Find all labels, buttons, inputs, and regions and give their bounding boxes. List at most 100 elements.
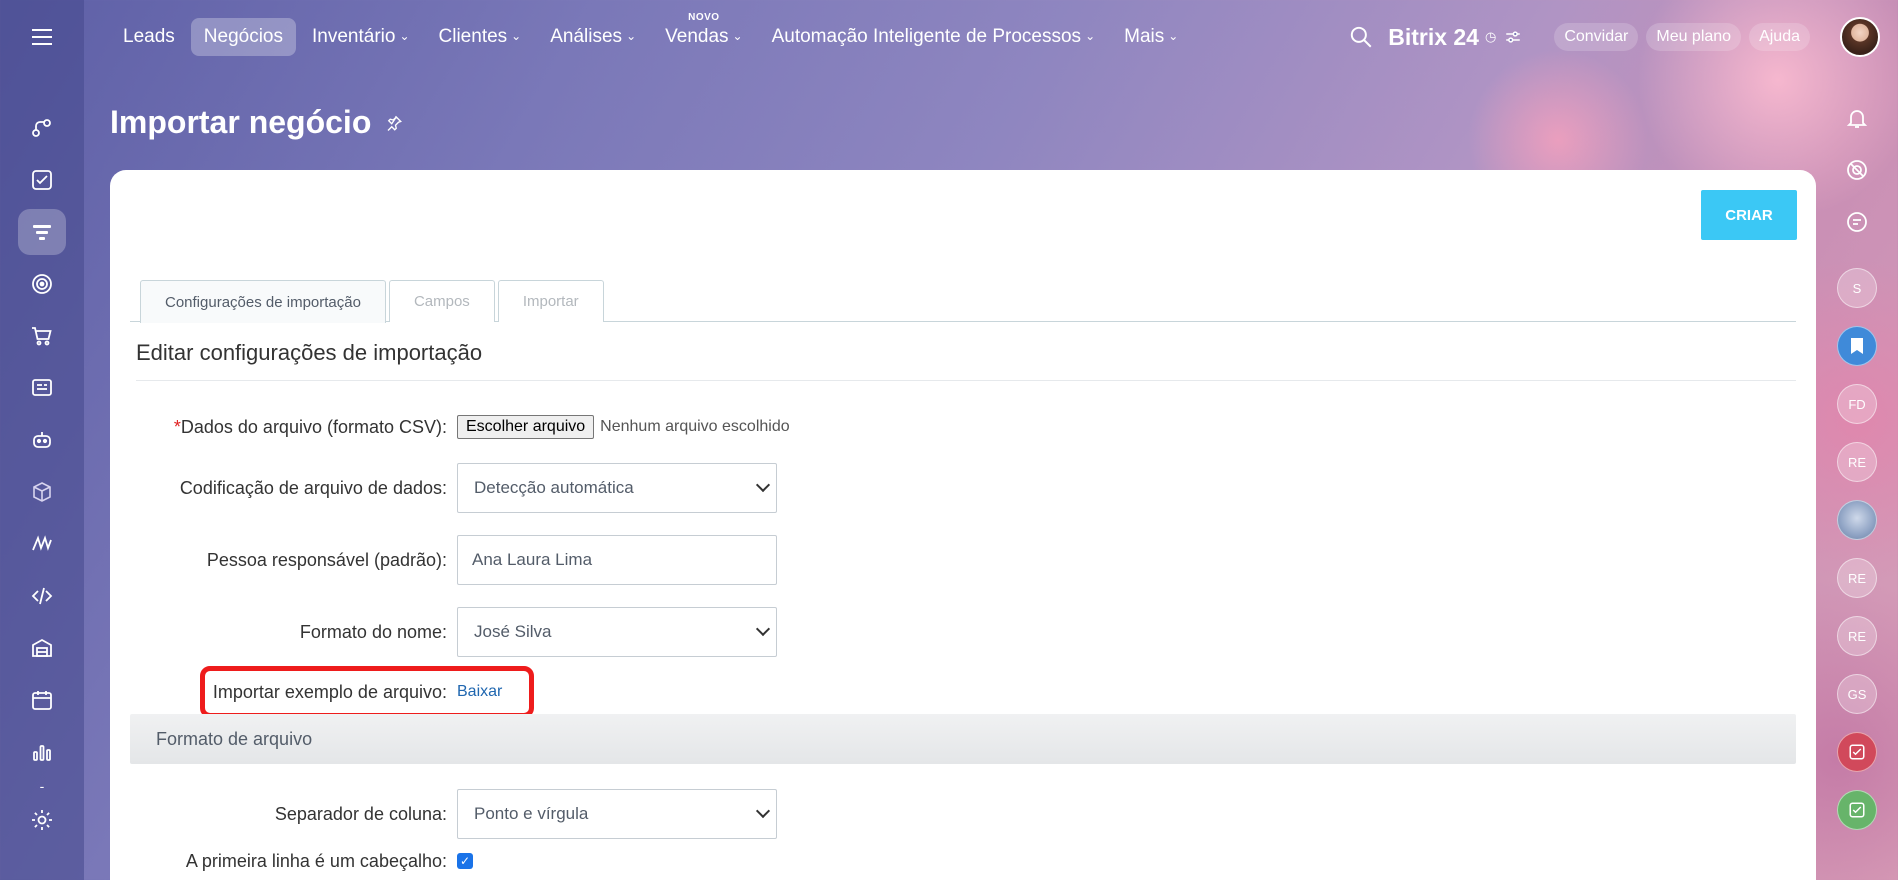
sidebar-separator: - xyxy=(39,778,45,794)
chevron-down-icon xyxy=(755,621,771,637)
brand-name: Bitrix xyxy=(1388,23,1447,50)
file-status: Nenhum arquivo escolhido xyxy=(600,418,790,435)
nav-label: Inventário xyxy=(312,26,396,47)
new-badge: NOVO xyxy=(688,12,720,23)
nav-label: Negócios xyxy=(203,26,283,47)
pin-icon[interactable] xyxy=(385,114,403,132)
file-row: *Dados do arquivo (formato CSV): Escolhe… xyxy=(110,401,1010,453)
chevron-down-icon xyxy=(755,477,771,493)
tab-fields[interactable]: Campos xyxy=(388,280,495,322)
separator-label: Separador de coluna: xyxy=(274,803,447,824)
left-sidebar: - xyxy=(0,0,84,880)
nav-inventario[interactable]: Inventário ⌄ xyxy=(299,18,423,56)
sliders-icon[interactable] xyxy=(1504,28,1522,46)
code-icon[interactable] xyxy=(18,573,66,619)
cat-avatar[interactable] xyxy=(1837,500,1877,540)
highlight-box xyxy=(200,666,534,718)
contact-avatar[interactable]: RE xyxy=(1837,442,1877,482)
brand-suffix: 24 xyxy=(1453,23,1479,50)
responsible-row: Pessoa responsável (padrão): Ana Laura L… xyxy=(110,534,1010,586)
help-button[interactable]: Ajuda xyxy=(1749,23,1810,51)
nav-leads[interactable]: Leads xyxy=(110,18,188,56)
nav-label: Leads xyxy=(123,26,175,47)
nav-automacao[interactable]: Automação Inteligente de Processos ⌄ xyxy=(759,18,1109,56)
header-row-checkbox[interactable]: ✓ xyxy=(457,853,473,869)
chat-icon[interactable] xyxy=(1839,204,1875,240)
required-marker: * xyxy=(173,416,181,437)
separator-select[interactable]: Ponto e vírgula xyxy=(457,789,777,839)
chevron-down-icon: ⌄ xyxy=(1168,29,1179,43)
tasks-icon[interactable] xyxy=(18,157,66,203)
contact-avatar[interactable]: GS xyxy=(1837,674,1877,714)
check-icon[interactable] xyxy=(1837,790,1877,830)
sign-icon[interactable] xyxy=(18,521,66,567)
nav-label: Vendas xyxy=(665,26,729,47)
task-icon[interactable] xyxy=(1837,732,1877,772)
bell-icon[interactable] xyxy=(1839,100,1875,136)
responsible-label: Pessoa responsável (padrão): xyxy=(206,549,447,570)
section-divider xyxy=(136,380,1796,381)
encoding-label: Codificação de arquivo de dados: xyxy=(179,477,447,498)
brand-logo[interactable]: Bitrix 24 xyxy=(1388,24,1479,51)
encoding-row: Codificação de arquivo de dados: Detecçã… xyxy=(110,462,1010,514)
nav-mais[interactable]: Mais ⌄ xyxy=(1111,18,1191,56)
target-icon[interactable] xyxy=(18,261,66,307)
separator-row: Separador de coluna: Ponto e vírgula xyxy=(110,788,1010,840)
search-icon[interactable] xyxy=(1348,24,1374,50)
encoding-value: Detecção automática xyxy=(474,478,634,497)
bookmark-icon[interactable] xyxy=(1837,326,1877,366)
my-plan-button[interactable]: Meu plano xyxy=(1646,23,1742,51)
top-right-area: Bitrix 24 ◷ Convidar Meu plano Ajuda xyxy=(1348,17,1880,57)
create-button[interactable]: CRIAR xyxy=(1701,190,1797,240)
header-row-label: A primeira linha é um cabeçalho: xyxy=(185,850,447,871)
nav-negocios[interactable]: Negócios xyxy=(190,18,296,56)
warehouse-icon[interactable] xyxy=(18,625,66,671)
import-tabs: Configurações de importação Campos Impor… xyxy=(130,280,1796,323)
analytics-icon[interactable] xyxy=(18,729,66,775)
settings-gear-icon[interactable] xyxy=(18,797,66,843)
chevron-down-icon xyxy=(755,803,771,819)
nav-label: Automação Inteligente de Processos xyxy=(771,26,1082,47)
shop-cart-icon[interactable] xyxy=(18,313,66,359)
nav-vendas[interactable]: NOVO Vendas ⌄ xyxy=(652,12,755,56)
invite-button[interactable]: Convidar xyxy=(1554,23,1639,51)
nav-label: Clientes xyxy=(438,26,508,47)
clock-icon: ◷ xyxy=(1484,29,1497,44)
choose-file-button[interactable]: Escolher arquivo xyxy=(457,415,595,439)
nav-label: Análises xyxy=(550,26,623,47)
chevron-down-icon: ⌄ xyxy=(626,29,637,43)
box-icon[interactable] xyxy=(18,469,66,515)
contact-avatar[interactable]: FD xyxy=(1837,384,1877,424)
right-rail: S FD RE RE RE GS xyxy=(1816,74,1898,880)
nav-analises[interactable]: Análises ⌄ xyxy=(537,18,649,56)
menu-burger-icon[interactable] xyxy=(0,0,84,74)
responsible-input[interactable]: Ana Laura Lima xyxy=(457,535,777,585)
main-card: CRIAR Configurações de importação Campos… xyxy=(110,170,1816,880)
name-format-value: José Silva xyxy=(474,622,552,641)
encoding-select[interactable]: Detecção automática xyxy=(457,463,777,513)
copilot-icon[interactable] xyxy=(1839,152,1875,188)
contact-avatar[interactable]: S xyxy=(1837,268,1877,308)
file-label: *Dados do arquivo (formato CSV): xyxy=(110,417,457,438)
main-nav: Leads Negócios Inventário ⌄ Clientes ⌄ Aná… xyxy=(110,12,1194,56)
robot-icon[interactable] xyxy=(18,417,66,463)
section-heading: Editar configurações de importação xyxy=(136,340,483,365)
feed-icon[interactable] xyxy=(18,105,66,151)
user-avatar[interactable] xyxy=(1840,17,1880,57)
page-title-text: Importar negócio xyxy=(110,104,372,140)
nav-label: Mais xyxy=(1124,26,1165,47)
header-row-row: A primeira linha é um cabeçalho: ✓ xyxy=(110,844,1010,878)
contact-card-icon[interactable] xyxy=(18,365,66,411)
crm-icon[interactable] xyxy=(18,209,66,255)
tab-import-settings[interactable]: Configurações de importação xyxy=(140,280,386,323)
tab-import[interactable]: Importar xyxy=(497,280,604,322)
nav-clientes[interactable]: Clientes ⌄ xyxy=(426,18,535,56)
contact-avatar[interactable]: RE xyxy=(1837,558,1877,598)
name-format-select[interactable]: José Silva xyxy=(457,607,777,657)
name-format-row: Formato do nome: José Silva xyxy=(110,606,1010,658)
chevron-down-icon: ⌄ xyxy=(732,29,743,43)
contact-avatar[interactable]: RE xyxy=(1837,616,1877,656)
calendar-icon[interactable] xyxy=(18,677,66,723)
page-title: Importar negócio xyxy=(110,104,403,141)
top-bar: Leads Negócios Inventário ⌄ Clientes ⌄ Aná… xyxy=(84,0,1898,74)
